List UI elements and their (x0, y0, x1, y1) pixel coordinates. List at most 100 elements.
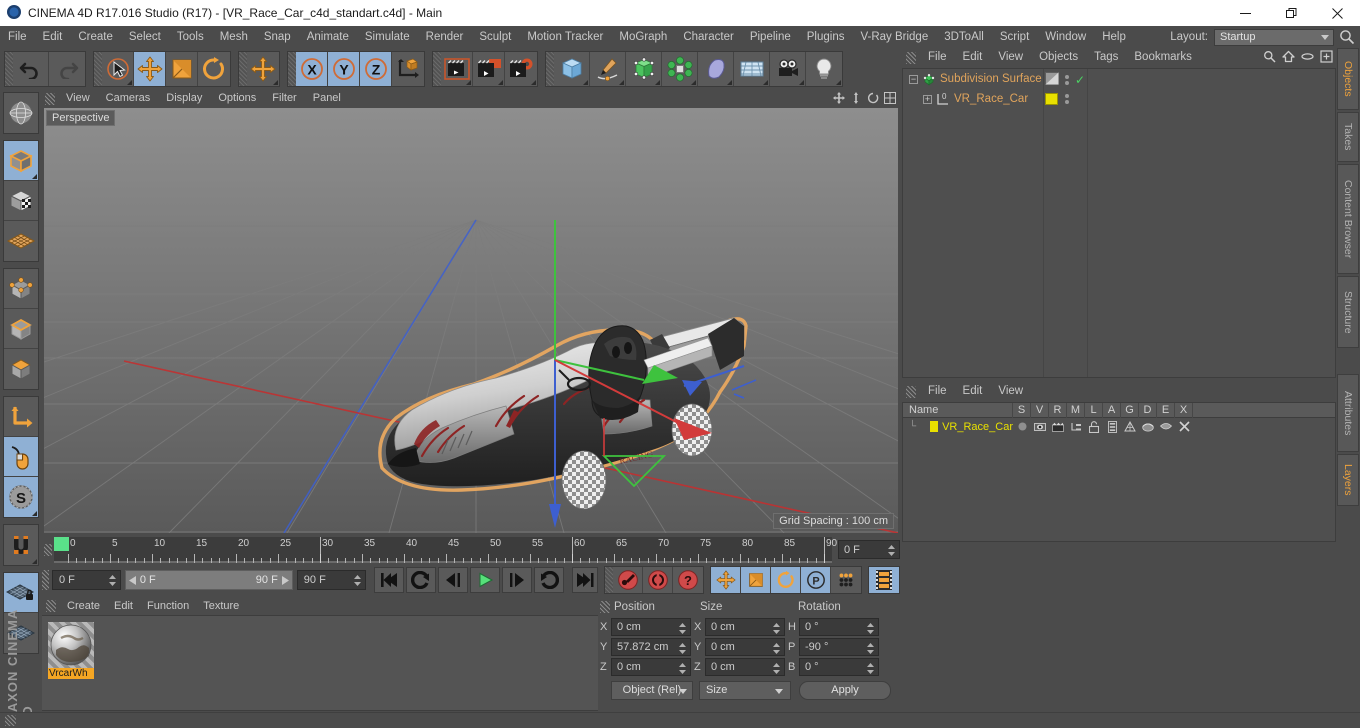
go-to-start-button[interactable] (373, 567, 404, 593)
menu-simulate[interactable]: Simulate (357, 26, 418, 48)
viewport-menu-display[interactable]: Display (158, 90, 210, 107)
move-duplicate-tool[interactable] (247, 52, 279, 86)
menu-file[interactable]: File (0, 26, 35, 48)
live-selection-tool[interactable] (102, 52, 134, 86)
size-x-field[interactable]: 0 cm (705, 618, 785, 636)
toolbar-grip[interactable] (433, 52, 441, 86)
menu-plugins[interactable]: Plugins (799, 26, 853, 48)
object-menu-view[interactable]: View (990, 48, 1031, 67)
expander-collapse-icon[interactable]: − (909, 74, 918, 84)
expander-expand-icon[interactable]: + (923, 94, 932, 104)
material-tag-icon[interactable] (1045, 93, 1058, 105)
toolbar-grip[interactable] (288, 52, 296, 86)
menu-motion-tracker[interactable]: Motion Tracker (519, 26, 611, 48)
search-icon[interactable] (1338, 28, 1356, 46)
timeline-playhead[interactable] (55, 537, 69, 551)
add-camera-button[interactable] (770, 52, 806, 86)
menu-vray-bridge[interactable]: V-Ray Bridge (852, 26, 936, 48)
add-environment-button[interactable] (734, 52, 770, 86)
tab-objects[interactable]: Objects (1337, 48, 1359, 110)
object-tag-area[interactable] (1045, 93, 1069, 105)
panel-grip[interactable] (906, 51, 916, 64)
tab-content-browser[interactable]: Content Browser (1337, 164, 1359, 274)
layer-menu-view[interactable]: View (990, 382, 1031, 401)
spinner-icon[interactable] (353, 575, 361, 586)
spinner-icon[interactable] (867, 623, 874, 634)
viewport-menu-cameras[interactable]: Cameras (98, 90, 159, 107)
close-button[interactable] (1314, 0, 1360, 26)
menu-mograph[interactable]: MoGraph (611, 26, 675, 48)
panel-grip[interactable] (42, 570, 49, 590)
parameter-key-toggle[interactable]: P (801, 567, 831, 593)
layout-dropdown[interactable]: Startup (1214, 28, 1334, 46)
visibility-dots-icon[interactable] (1065, 75, 1069, 85)
viewport-3d-canvas[interactable]: RACING Perspective Grid Spacing: 100 cm (44, 108, 898, 533)
rotate-tool[interactable] (198, 52, 230, 86)
layer-menu-file[interactable]: File (920, 382, 955, 401)
material-menu-edit[interactable]: Edit (107, 597, 140, 615)
size-z-field[interactable]: 0 cm (705, 658, 785, 676)
rotation-p-field[interactable]: -90 ° (799, 638, 879, 656)
record-active-objects-button[interactable] (613, 567, 643, 593)
search-icon[interactable] (1263, 50, 1276, 66)
object-menu-bookmarks[interactable]: Bookmarks (1126, 48, 1200, 67)
current-frame-field[interactable]: 0 F (838, 540, 900, 559)
position-key-toggle[interactable] (711, 567, 741, 593)
move-view-icon[interactable] (833, 92, 845, 107)
spinner-icon[interactable] (773, 663, 780, 674)
size-y-field[interactable]: 0 cm (705, 638, 785, 656)
spinner-icon[interactable] (679, 663, 686, 674)
tab-layers[interactable]: Layers (1337, 454, 1359, 506)
spinner-icon[interactable] (679, 643, 686, 654)
object-menu-file[interactable]: File (920, 48, 955, 67)
menu-3dtoall[interactable]: 3DToAll (936, 26, 992, 48)
solo-dot-icon[interactable] (1013, 422, 1031, 431)
material-menu-create[interactable]: Create (60, 597, 107, 615)
panel-grip[interactable] (906, 385, 916, 398)
add-array-button[interactable] (662, 52, 698, 86)
menu-sculpt[interactable]: Sculpt (471, 26, 519, 48)
enable-axis-button[interactable] (4, 397, 38, 437)
layer-row[interactable]: └ VR_Race_Car (903, 418, 1335, 435)
rotation-key-toggle[interactable] (771, 567, 801, 593)
x-axis-toggle[interactable]: X (296, 52, 328, 86)
render-view-button[interactable] (441, 52, 473, 86)
position-z-field[interactable]: 0 cm (611, 658, 691, 676)
undo-view-button[interactable] (4, 93, 38, 133)
menu-animate[interactable]: Animate (299, 26, 357, 48)
viewport-menu-view[interactable]: View (58, 90, 98, 107)
coordinate-system-dropdown[interactable]: Object (Rel) (611, 680, 693, 700)
deformer-icon[interactable] (1139, 421, 1157, 432)
layer-name-cell[interactable]: └ VR_Race_Car (903, 421, 1013, 433)
object-menu-edit[interactable]: Edit (955, 48, 991, 67)
manager-tree-icon[interactable] (1067, 422, 1085, 432)
viewport-menu-panel[interactable]: Panel (305, 90, 349, 107)
menu-tools[interactable]: Tools (169, 26, 212, 48)
add-cube-button[interactable] (554, 52, 590, 86)
toolbar-grip[interactable] (5, 52, 13, 86)
magnet-tool-button[interactable] (4, 525, 38, 565)
menu-select[interactable]: Select (121, 26, 169, 48)
add-spline-button[interactable] (590, 52, 626, 86)
object-menu-tags[interactable]: Tags (1086, 48, 1126, 67)
z-axis-toggle[interactable]: Z (360, 52, 392, 86)
workplane-button[interactable]: S (4, 477, 38, 517)
spinner-icon[interactable] (867, 643, 874, 654)
material-item[interactable]: VrcarWh (48, 622, 94, 679)
add-light-button[interactable] (806, 52, 842, 86)
playback-range-bar[interactable]: 0 F 90 F (124, 570, 293, 590)
apply-button[interactable]: Apply (799, 680, 891, 700)
toolbar-grip[interactable] (239, 52, 247, 86)
maximize-restore-button[interactable] (1268, 0, 1314, 26)
expression-icon[interactable] (1157, 422, 1175, 431)
visibility-dots-icon[interactable] (1065, 94, 1069, 104)
spinner-icon[interactable] (888, 545, 895, 556)
position-y-field[interactable]: 57.872 cm (611, 638, 691, 656)
material-list[interactable]: VrcarWh (42, 615, 598, 710)
viewport-menu-options[interactable]: Options (210, 90, 264, 107)
playbar-end-frame-field[interactable]: 90 F (296, 570, 366, 590)
make-editable-button[interactable] (4, 141, 38, 181)
menu-render[interactable]: Render (418, 26, 472, 48)
menu-snap[interactable]: Snap (256, 26, 299, 48)
scale-tool[interactable] (166, 52, 198, 86)
